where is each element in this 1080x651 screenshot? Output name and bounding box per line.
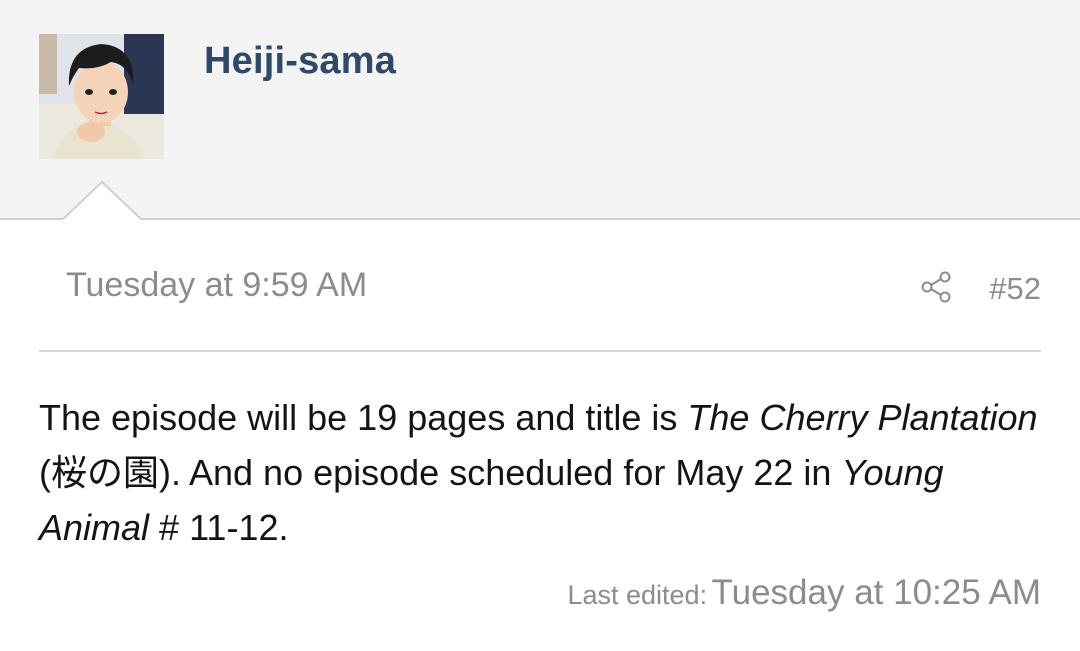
post-number-link[interactable]: #52 <box>989 271 1041 307</box>
post-body: The episode will be 19 pages and title i… <box>39 390 1049 555</box>
body-text-2: (桜の園). And no episode scheduled for May … <box>39 452 842 493</box>
last-edited: Last edited: Tuesday at 10:25 AM <box>567 573 1041 613</box>
header-pointer <box>62 180 142 222</box>
post-timestamp[interactable]: Tuesday at 9:59 AM <box>66 266 367 305</box>
share-icon[interactable] <box>919 270 953 304</box>
post-meta: Tuesday at 9:59 AM #52 <box>39 248 1041 352</box>
avatar[interactable] <box>39 34 164 159</box>
author-name[interactable]: Heiji-sama <box>204 40 396 83</box>
last-edited-time: Tuesday at 10:25 AM <box>711 573 1041 612</box>
body-text-1: The episode will be 19 pages and title i… <box>39 397 688 438</box>
last-edited-label: Last edited: <box>567 580 708 610</box>
episode-title: The Cherry Plantation <box>687 397 1038 438</box>
body-text-3: # 11-12. <box>149 507 289 548</box>
post-header: Heiji-sama <box>0 0 1080 220</box>
